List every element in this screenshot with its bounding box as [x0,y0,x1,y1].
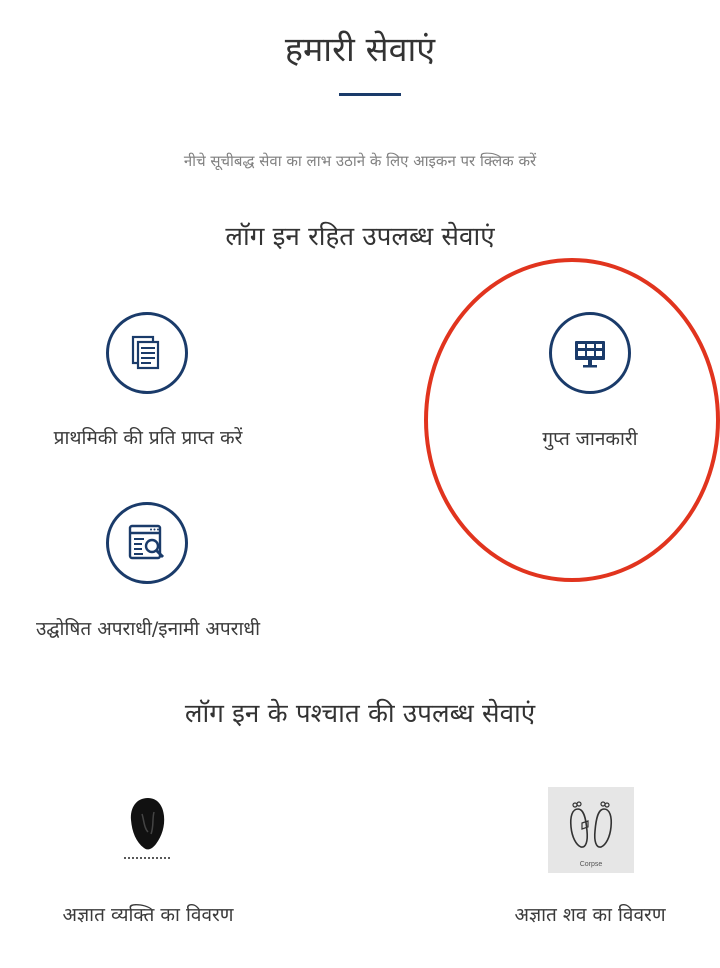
service-label: अज्ञात व्यक्ति का विवरण [62,904,234,926]
service-unknown-corpse[interactable]: अज्ञात शव का विवरण [470,902,710,932]
service-label: प्राथमिकी की प्रति प्राप्त करें [53,427,243,449]
corpse-feet-icon[interactable]: Corpse [548,787,634,873]
title-underline [339,93,401,96]
corpse-caption: Corpse [579,861,603,868]
highlight-circle [424,258,720,582]
service-label: उद्घोषित अपराधी/इनामी अपराधी [36,618,260,640]
section-heading-after-login: लॉग इन के पश्चात की उपलब्ध सेवाएं [184,699,536,729]
section-heading-without-login: लॉग इन रहित उपलब्ध सेवाएं [225,222,495,252]
page-subtitle: नीचे सूचीबद्ध सेवा का लाभ उठाने के लिए आ… [183,152,537,170]
service-fir-copy[interactable]: प्राथमिकी की प्रति प्राप्त करें [0,300,300,460]
service-label: अज्ञात शव का विवरण [514,904,666,926]
document-search-icon [106,502,188,584]
service-proclaimed-offenders[interactable]: उद्घोषित अपराधी/इनामी अपराधी [0,490,300,650]
document-stack-icon [106,312,188,394]
page-title: हमारी सेवाएं [284,30,436,70]
unknown-person-icon [118,794,178,864]
service-unknown-person[interactable]: अज्ञात व्यक्ति का विवरण [0,780,300,940]
